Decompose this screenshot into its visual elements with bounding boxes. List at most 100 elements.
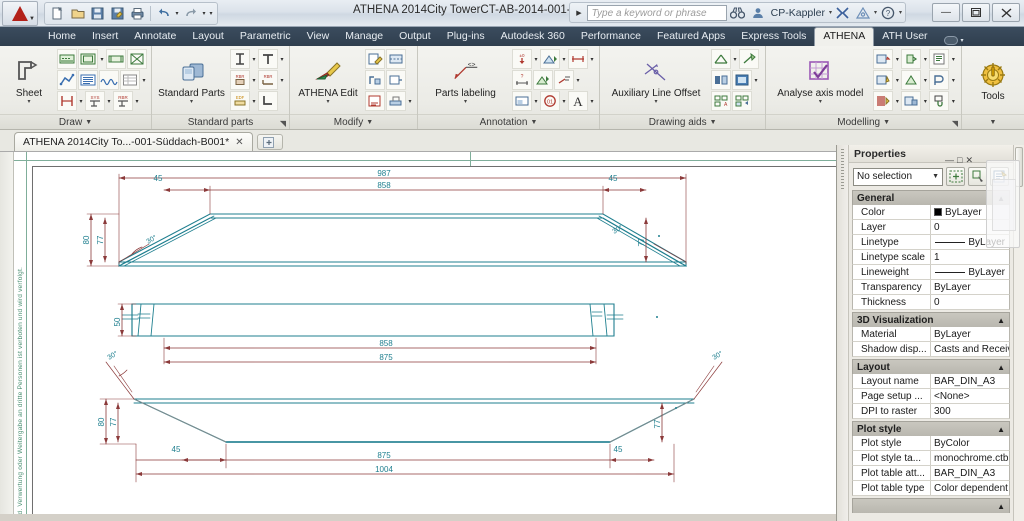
- ribbon-tab-layout[interactable]: Layout: [184, 28, 232, 46]
- property-row[interactable]: Plot style ByColor: [852, 436, 1010, 451]
- annot-balloon-dropdown-icon[interactable]: ▾: [533, 98, 539, 105]
- ribbon-tab-manage[interactable]: Manage: [337, 28, 391, 46]
- panel-annotation-chevron-icon[interactable]: ▼: [530, 119, 537, 126]
- minimize-button[interactable]: —: [932, 3, 960, 22]
- modify-copy-icon[interactable]: [386, 70, 406, 90]
- athena-edit-dropdown-icon[interactable]: ▾: [326, 99, 329, 105]
- draw-table-icon[interactable]: [120, 70, 140, 90]
- property-row[interactable]: Page setup ... <None>: [852, 389, 1010, 404]
- property-value-cell[interactable]: Color dependent: [931, 481, 1009, 495]
- customize-qat-icon[interactable]: ▾: [208, 10, 214, 17]
- panel-title-draw[interactable]: Draw ▼: [0, 114, 151, 129]
- model-nesting-dropdown-icon[interactable]: ▾: [894, 98, 900, 105]
- ribbon-tab-annotate[interactable]: Annotate: [126, 28, 184, 46]
- plot-icon[interactable]: [128, 4, 147, 23]
- parts-labeling-button[interactable]: <> Parts labeling ▾: [422, 55, 509, 105]
- aids-layout-copy-icon[interactable]: [732, 91, 752, 111]
- athena-edit-button[interactable]: ATHENA Edit ▾: [294, 55, 362, 105]
- chevron-up-icon[interactable]: ▲: [997, 425, 1005, 434]
- property-value-cell[interactable]: 0: [931, 295, 1009, 309]
- ribbon-tab-express-tools[interactable]: Express Tools: [733, 28, 814, 46]
- property-row[interactable]: Plot table att... BAR_DIN_A3: [852, 466, 1010, 481]
- ribbon-tab-parametric[interactable]: Parametric: [232, 28, 299, 46]
- property-value-cell[interactable]: <None>: [931, 389, 1009, 403]
- drawing-restore-button[interactable]: □: [957, 156, 962, 165]
- panel-modify-chevron-icon[interactable]: ▼: [366, 119, 373, 126]
- property-row[interactable]: Layout name BAR_DIN_A3: [852, 374, 1010, 389]
- sheet-button[interactable]: Sheet ▾: [4, 55, 54, 105]
- annot-leader-dropdown-icon[interactable]: ▾: [575, 77, 581, 84]
- model-nesting-icon[interactable]: [873, 91, 894, 111]
- auxiliary-line-offset-dropdown-icon[interactable]: ▾: [654, 99, 657, 105]
- standard-parts-dropdown-icon[interactable]: ▾: [190, 99, 193, 105]
- auxiliary-line-offset-button[interactable]: Auxiliary Line Offset ▾: [604, 55, 708, 105]
- panel-title-standard-parts[interactable]: Standard parts ◥: [152, 114, 289, 129]
- annot-tolerance-dropdown-icon[interactable]: ▾: [533, 56, 539, 63]
- ribbon-tab-performance[interactable]: Performance: [573, 28, 649, 46]
- property-row[interactable]: Linetype scale 1: [852, 250, 1010, 265]
- quick-select-icon[interactable]: [946, 167, 965, 186]
- draw-panel-icon[interactable]: [78, 49, 98, 69]
- maximize-button[interactable]: [962, 3, 990, 22]
- property-value-cell[interactable]: BAR_DIN_A3: [931, 466, 1009, 480]
- infocenter-expand-icon[interactable]: ▶: [573, 9, 584, 17]
- model-bom-dropdown-icon[interactable]: ▾: [950, 56, 956, 63]
- chevron-down-icon[interactable]: ▼: [932, 173, 939, 180]
- redo-icon[interactable]: [181, 4, 200, 23]
- save-file-icon[interactable]: [88, 4, 107, 23]
- user-account-icon[interactable]: [749, 4, 767, 22]
- binoculars-icon[interactable]: [729, 4, 747, 22]
- draw-sys-dropdown-icon[interactable]: ▾: [106, 98, 112, 105]
- search-input[interactable]: Type a keyword or phrase: [586, 4, 727, 21]
- model-database-dropdown-icon[interactable]: ▾: [922, 98, 928, 105]
- modify-properties-icon[interactable]: [365, 91, 385, 111]
- drawing-minimize-button[interactable]: —: [945, 156, 954, 165]
- part-angle-icon[interactable]: [258, 91, 278, 111]
- open-file-icon[interactable]: [68, 4, 87, 23]
- sheet-dropdown-icon[interactable]: ▾: [27, 99, 30, 105]
- property-value-cell[interactable]: 300: [931, 404, 1009, 418]
- ribbon-overflow-chevron-icon[interactable]: ▾: [961, 37, 964, 44]
- panel-title-modify[interactable]: Modify ▼: [290, 114, 417, 129]
- part-i-beam-icon[interactable]: [230, 49, 250, 69]
- aids-viewport-dropdown-icon[interactable]: ▾: [753, 77, 759, 84]
- draw-section-dropdown-icon[interactable]: ▾: [78, 98, 84, 105]
- annot-hatch-icon[interactable]: [540, 49, 560, 69]
- panel-title-modelling[interactable]: Modelling ▼ ◥: [766, 114, 961, 129]
- model-export-dropdown-icon[interactable]: ▾: [894, 77, 900, 84]
- part-rbr-2-icon[interactable]: RBR: [258, 70, 278, 90]
- model-paint-dropdown-icon[interactable]: ▾: [950, 98, 956, 105]
- aids-mirror-icon[interactable]: [711, 70, 731, 90]
- panel-title-tools[interactable]: ▼: [962, 114, 1024, 129]
- standard-parts-button[interactable]: Standard Parts ▾: [156, 55, 227, 105]
- panel-modelling-dialog-launcher-icon[interactable]: ◥: [952, 119, 958, 128]
- ribbon-tab-athena[interactable]: ATHENA: [814, 27, 875, 46]
- new-file-icon[interactable]: [48, 4, 67, 23]
- property-row[interactable]: Lineweight ByLayer: [852, 265, 1010, 280]
- ribbon-tab-home[interactable]: Home: [40, 28, 84, 46]
- section-header-layout[interactable]: Layout ▲: [852, 359, 1010, 374]
- property-row[interactable]: DPI to raster 300: [852, 404, 1010, 419]
- panel-drawing-aids-chevron-icon[interactable]: ▼: [710, 119, 717, 126]
- property-value-cell[interactable]: 1: [931, 250, 1009, 264]
- ribbon-overflow-group[interactable]: ▾: [936, 35, 972, 46]
- viewcube-widget[interactable]: [986, 160, 1020, 248]
- annot-leader-icon[interactable]: [554, 70, 574, 90]
- property-value-cell[interactable]: ByLayer: [931, 280, 1009, 294]
- modify-array-dropdown-icon[interactable]: ▾: [407, 98, 413, 105]
- property-row[interactable]: Material ByLayer: [852, 327, 1010, 342]
- ribbon-tab-insert[interactable]: Insert: [84, 28, 126, 46]
- app-manager-icon[interactable]: [854, 4, 872, 22]
- application-menu-button[interactable]: ▼: [2, 0, 38, 26]
- redo-dropdown-icon[interactable]: ▾: [201, 10, 207, 17]
- user-name-label[interactable]: CP-Kappler: [769, 7, 827, 19]
- model-profile-gen-icon[interactable]: [929, 70, 950, 90]
- part-edf-dropdown-icon[interactable]: ▾: [251, 98, 257, 105]
- panel-standard-parts-dialog-launcher-icon[interactable]: ◥: [280, 119, 286, 128]
- modify-edit-pencil-icon[interactable]: [365, 49, 385, 69]
- property-row[interactable]: Shadow disp... Casts and Receiv...: [852, 342, 1010, 357]
- part-t-beam-icon[interactable]: [258, 49, 278, 69]
- ribbon-tab-output[interactable]: Output: [391, 28, 439, 46]
- modify-array-icon[interactable]: [386, 91, 406, 111]
- undo-dropdown-icon[interactable]: ▾: [174, 10, 180, 17]
